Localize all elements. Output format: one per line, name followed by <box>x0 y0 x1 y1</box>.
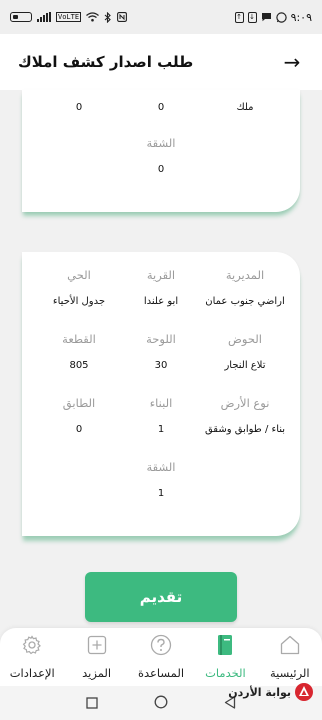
help-icon <box>150 634 172 656</box>
directorate-label: المديرية <box>225 268 265 282</box>
battery-icon <box>10 12 32 22</box>
field-plate: اللوحة 30 <box>116 332 206 371</box>
neighborhood-label: الحي <box>67 268 91 282</box>
watermark-text: بوابة الأردن <box>228 685 291 699</box>
nav-item-help[interactable]: المساعدة <box>129 628 193 686</box>
plate-value: 30 <box>154 360 168 371</box>
volte-indicator: VoLTE <box>56 12 82 22</box>
nfc-icon <box>117 12 128 22</box>
nav-item-settings[interactable]: الإعدادات <box>0 628 64 686</box>
plus-square-icon <box>86 634 108 656</box>
recent-apps-icon[interactable] <box>86 694 98 713</box>
floor-value: 0 <box>75 424 83 435</box>
neighborhood-value: جدول الأحياء <box>52 296 106 307</box>
back-arrow-icon[interactable]: → <box>280 50 304 74</box>
field-apartment-2: الشقة 1 <box>116 460 206 499</box>
nav-label-services: الخدمات <box>205 666 246 680</box>
chat-icon <box>261 13 271 22</box>
home-circle-icon[interactable] <box>154 694 168 713</box>
field-floor: الطابق 0 <box>34 396 124 435</box>
nav-item-home[interactable]: الرئيسية <box>258 628 322 686</box>
app-header: طلب اصدار كشف املاك → <box>0 34 322 90</box>
upload-icon: ↑ <box>234 11 244 23</box>
apartment-value: 1 <box>157 488 165 499</box>
nav-label-settings: الإعدادات <box>9 666 55 680</box>
status-bar: VoLTE ↑ ↓ ٩:٠٩ <box>0 0 322 34</box>
field-share: 0 <box>116 88 206 113</box>
property-card-2: المديرية اراضي جنوب عمان القرية ابو علند… <box>22 252 300 536</box>
wifi-icon <box>86 12 99 22</box>
download-icon: ↓ <box>247 11 257 23</box>
page-title: طلب اصدار كشف املاك <box>18 53 194 71</box>
whatsapp-icon <box>275 11 287 23</box>
signal-icon <box>37 12 51 22</box>
field-directorate: المديرية اراضي جنوب عمان <box>200 268 290 307</box>
building-label: البناء <box>149 396 173 410</box>
submit-button[interactable]: تقديم <box>85 572 237 622</box>
watermark: بوابة الأردن <box>228 682 314 702</box>
home-icon <box>279 634 301 656</box>
watermark-logo-icon <box>295 683 313 701</box>
village-value: ابو علندا <box>143 296 179 307</box>
field-apartment-1: الشقة 0 <box>116 136 206 175</box>
field-parcel: القطعة 805 <box>34 332 124 371</box>
status-icons-right: ↑ ↓ ٩:٠٩ <box>234 10 312 24</box>
nav-item-services[interactable]: الخدمات <box>193 628 257 686</box>
clock: ٩:٠٩ <box>290 10 312 24</box>
plate-label: اللوحة <box>146 332 176 346</box>
apartment-value: 0 <box>157 164 165 175</box>
share-value: 0 <box>157 102 165 113</box>
land-type-label: نوع الأرض <box>220 396 270 410</box>
nav-label-more: المزيد <box>82 666 112 680</box>
bottom-nav: الإعدادات المزيد المساعدة الخدمات الرئيس… <box>0 628 322 686</box>
floor-label: الطابق <box>62 396 96 410</box>
gear-icon <box>21 634 43 656</box>
bluetooth-icon <box>104 11 111 23</box>
field-village: القرية ابو علندا <box>116 268 206 307</box>
parcel-label: القطعة <box>62 332 96 346</box>
directorate-value: اراضي جنوب عمان <box>205 296 285 307</box>
nav-label-help: المساعدة <box>137 666 185 680</box>
nav-item-more[interactable]: المزيد <box>64 628 128 686</box>
field-ownership: ملك <box>200 88 290 113</box>
nav-label-home: الرئيسية <box>270 666 310 680</box>
basin-label: الحوض <box>228 332 262 346</box>
apartment-label: الشقة <box>146 460 176 474</box>
ownership-value: ملك <box>236 102 254 113</box>
status-icons-left: VoLTE <box>10 11 128 23</box>
services-icon <box>214 634 236 656</box>
apartment-label: الشقة <box>146 136 176 150</box>
village-label: القرية <box>146 268 176 282</box>
field-land-type: نوع الأرض بناء / طوابق وشقق <box>200 396 290 435</box>
building-value: 1 <box>157 424 165 435</box>
land-type-value: بناء / طوابق وشقق <box>204 424 286 435</box>
field-building: البناء 1 <box>116 396 206 435</box>
area-value: 0 <box>75 102 83 113</box>
basin-value: تلاع النجار <box>224 360 266 371</box>
field-neighborhood: الحي جدول الأحياء <box>34 268 124 307</box>
parcel-value: 805 <box>69 360 89 371</box>
field-area: 0 <box>34 88 124 113</box>
property-card-1: ملك 0 0 الشقة 0 <box>22 90 300 212</box>
field-basin: الحوض تلاع النجار <box>200 332 290 371</box>
